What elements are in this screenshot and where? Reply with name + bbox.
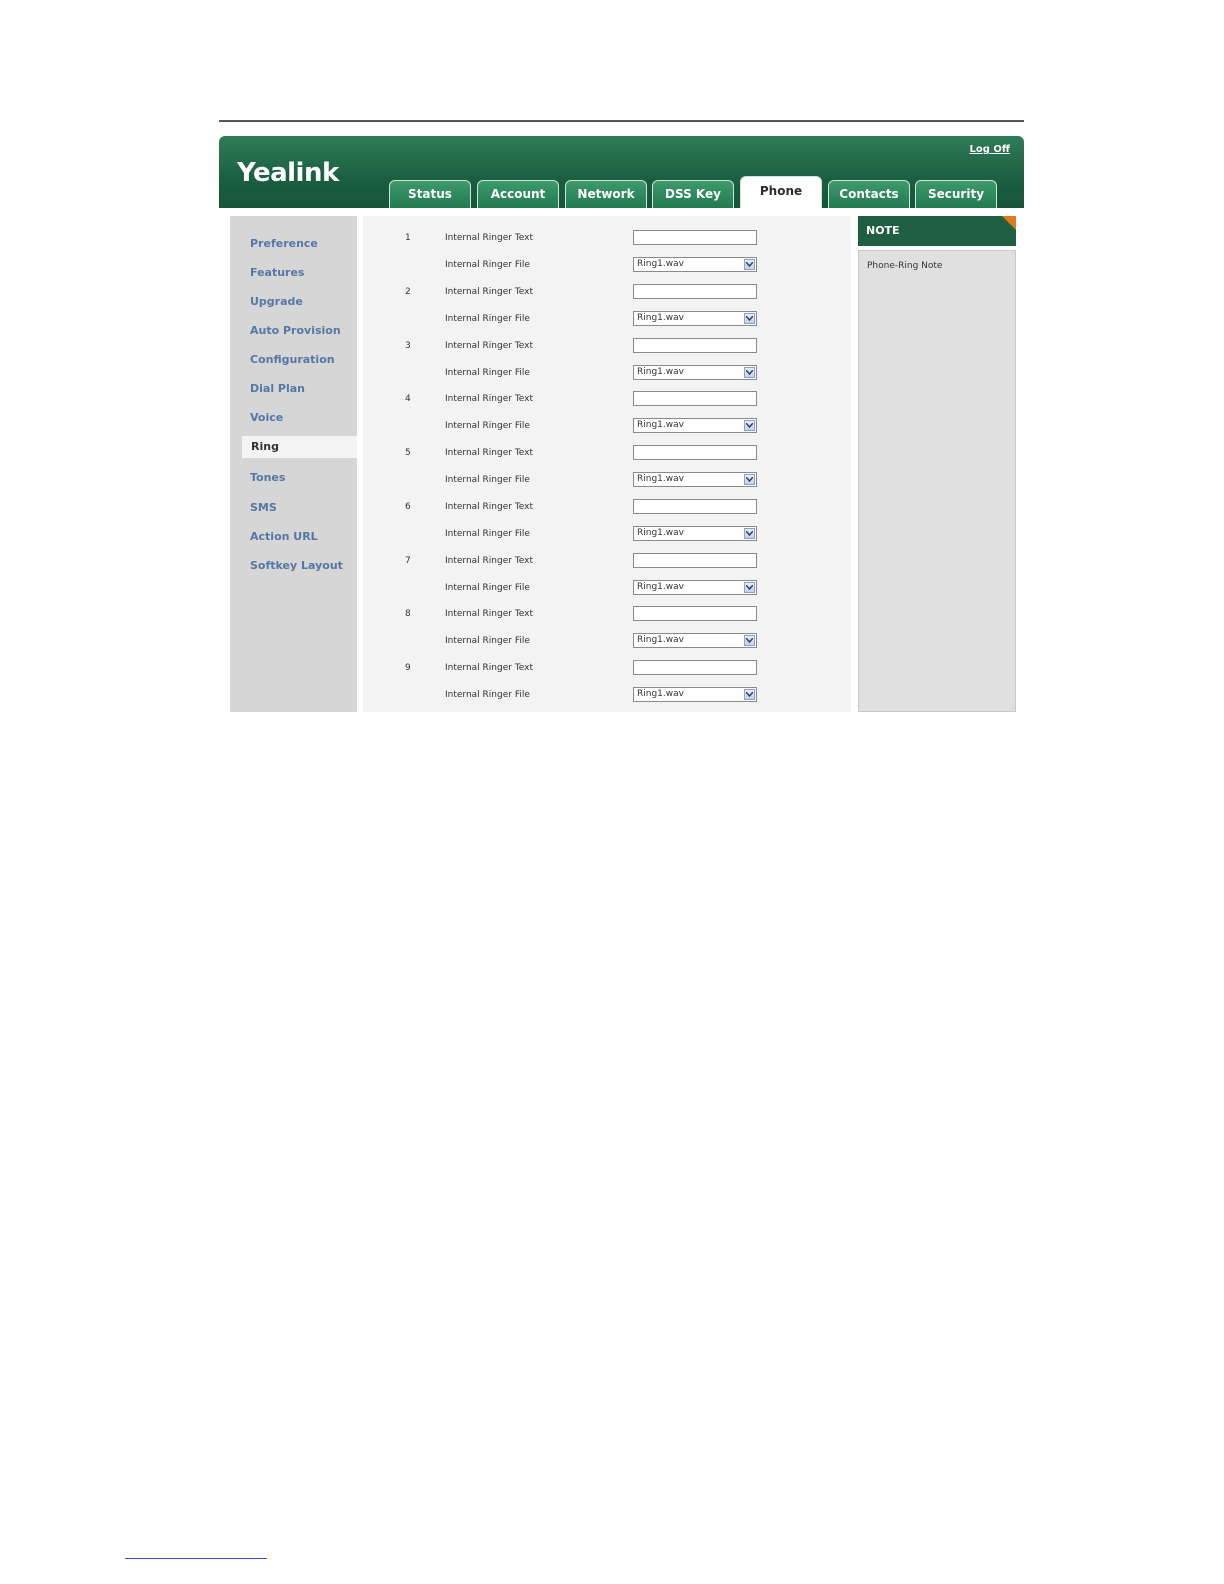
- internal-ringer-text-label: Internal Ringer Text: [445, 233, 534, 243]
- select-value: Ring1.wav: [637, 367, 684, 377]
- internal-ringer-text-label: Internal Ringer Text: [445, 609, 534, 619]
- internal-ringer-file-select-4[interactable]: Ring1.wav: [633, 418, 757, 433]
- ring-row-number: 1: [405, 233, 411, 243]
- sidebar-item-dial-plan[interactable]: Dial Plan: [250, 382, 305, 395]
- internal-ringer-text-label: Internal Ringer Text: [445, 341, 534, 351]
- internal-ringer-file-label: Internal Ringer File: [445, 314, 530, 324]
- sidebar-item-sms[interactable]: SMS: [250, 501, 277, 514]
- ring-row-number: 5: [405, 448, 411, 458]
- note-body: Phone-Ring Note: [858, 250, 1016, 712]
- internal-ringer-text-input-2[interactable]: [633, 284, 757, 299]
- internal-ringer-text-input-8[interactable]: [633, 606, 757, 621]
- select-value: Ring1.wav: [637, 582, 684, 592]
- tab-phone[interactable]: Phone: [740, 176, 822, 208]
- tab-dss-key[interactable]: DSS Key: [652, 180, 734, 208]
- tab-security[interactable]: Security: [915, 180, 997, 208]
- sidebar-item-action-url[interactable]: Action URL: [250, 530, 318, 543]
- internal-ringer-text-input-5[interactable]: [633, 445, 757, 460]
- tab-account[interactable]: Account: [477, 180, 559, 208]
- note-corner-icon: [1002, 216, 1016, 230]
- internal-ringer-text-input-7[interactable]: [633, 553, 757, 568]
- ring-row-number: 6: [405, 502, 411, 512]
- internal-ringer-file-label: Internal Ringer File: [445, 636, 530, 646]
- sidebar-item-upgrade[interactable]: Upgrade: [250, 295, 303, 308]
- sidebar: Preference Features Upgrade Auto Provisi…: [230, 216, 357, 712]
- internal-ringer-text-label: Internal Ringer Text: [445, 394, 534, 404]
- chevron-down-icon[interactable]: [744, 367, 755, 378]
- internal-ringer-text-input-1[interactable]: [633, 230, 757, 245]
- tab-status[interactable]: Status: [389, 180, 471, 208]
- tab-network[interactable]: Network: [565, 180, 647, 208]
- select-value: Ring1.wav: [637, 313, 684, 323]
- internal-ringer-file-select-3[interactable]: Ring1.wav: [633, 365, 757, 380]
- chevron-down-icon[interactable]: [744, 259, 755, 270]
- sidebar-item-voice[interactable]: Voice: [250, 411, 283, 424]
- sidebar-item-ring[interactable]: Ring: [242, 436, 357, 458]
- internal-ringer-file-label: Internal Ringer File: [445, 475, 530, 485]
- chevron-down-icon[interactable]: [744, 420, 755, 431]
- internal-ringer-file-select-2[interactable]: Ring1.wav: [633, 311, 757, 326]
- select-value: Ring1.wav: [637, 635, 684, 645]
- sidebar-item-configuration[interactable]: Configuration: [250, 353, 335, 366]
- yealink-web-ui: Yealink Log Off Status Account Network D…: [219, 136, 1024, 712]
- internal-ringer-text-input-9[interactable]: [633, 660, 757, 675]
- chevron-down-icon[interactable]: [744, 313, 755, 324]
- internal-ringer-file-label: Internal Ringer File: [445, 690, 530, 700]
- internal-ringer-text-input-4[interactable]: [633, 391, 757, 406]
- select-value: Ring1.wav: [637, 420, 684, 430]
- select-value: Ring1.wav: [637, 528, 684, 538]
- chevron-down-icon[interactable]: [744, 528, 755, 539]
- sidebar-item-softkey-layout[interactable]: Softkey Layout: [250, 559, 343, 572]
- select-value: Ring1.wav: [637, 474, 684, 484]
- ring-row-number: 9: [405, 663, 411, 673]
- internal-ringer-file-label: Internal Ringer File: [445, 368, 530, 378]
- internal-ringer-text-label: Internal Ringer Text: [445, 287, 534, 297]
- note-title: NOTE: [858, 216, 1016, 246]
- ring-row-number: 3: [405, 341, 411, 351]
- sidebar-item-auto-provision[interactable]: Auto Provision: [250, 324, 341, 337]
- tab-contacts[interactable]: Contacts: [828, 180, 910, 208]
- internal-ringer-file-select-9[interactable]: Ring1.wav: [633, 687, 757, 702]
- chevron-down-icon[interactable]: [744, 635, 755, 646]
- ring-row-number: 2: [405, 287, 411, 297]
- ring-row-number: 4: [405, 394, 411, 404]
- internal-ringer-text-label: Internal Ringer Text: [445, 448, 534, 458]
- sidebar-item-features[interactable]: Features: [250, 266, 304, 279]
- internal-ringer-file-label: Internal Ringer File: [445, 421, 530, 431]
- logoff-link[interactable]: Log Off: [970, 144, 1010, 155]
- sidebar-item-preference[interactable]: Preference: [250, 237, 318, 250]
- note-panel: NOTE Phone-Ring Note: [858, 216, 1016, 712]
- ring-row-number: 7: [405, 556, 411, 566]
- internal-ringer-file-select-5[interactable]: Ring1.wav: [633, 472, 757, 487]
- internal-ringer-file-label: Internal Ringer File: [445, 260, 530, 270]
- internal-ringer-file-label: Internal Ringer File: [445, 583, 530, 593]
- footnote-rule: [125, 1558, 267, 1559]
- note-text: Phone-Ring Note: [867, 261, 943, 271]
- internal-ringer-file-select-6[interactable]: Ring1.wav: [633, 526, 757, 541]
- yealink-logo: Yealink: [237, 158, 339, 188]
- internal-ringer-text-input-3[interactable]: [633, 338, 757, 353]
- chevron-down-icon[interactable]: [744, 689, 755, 700]
- ring-settings-form: 1 Internal Ringer Text Internal Ringer F…: [363, 216, 851, 712]
- select-value: Ring1.wav: [637, 689, 684, 699]
- chevron-down-icon[interactable]: [744, 582, 755, 593]
- internal-ringer-file-select-1[interactable]: Ring1.wav: [633, 257, 757, 272]
- internal-ringer-text-input-6[interactable]: [633, 499, 757, 514]
- internal-ringer-text-label: Internal Ringer Text: [445, 556, 534, 566]
- internal-ringer-file-select-7[interactable]: Ring1.wav: [633, 580, 757, 595]
- chevron-down-icon[interactable]: [744, 474, 755, 485]
- header-bar: Yealink Log Off Status Account Network D…: [219, 136, 1024, 208]
- internal-ringer-text-label: Internal Ringer Text: [445, 502, 534, 512]
- ring-row-number: 8: [405, 609, 411, 619]
- internal-ringer-file-label: Internal Ringer File: [445, 529, 530, 539]
- internal-ringer-text-label: Internal Ringer Text: [445, 663, 534, 673]
- sidebar-item-tones[interactable]: Tones: [250, 471, 285, 484]
- page-top-rule: [219, 120, 1024, 122]
- select-value: Ring1.wav: [637, 259, 684, 269]
- internal-ringer-file-select-8[interactable]: Ring1.wav: [633, 633, 757, 648]
